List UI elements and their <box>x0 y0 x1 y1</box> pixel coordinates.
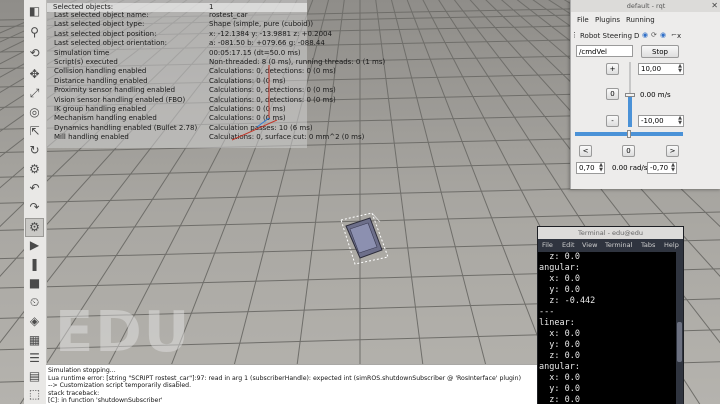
terminal-output[interactable]: z: 0.0 angular: x: 0.0 y: 0.0 z: -0.442 --… <box>538 252 677 404</box>
linear-max-value: 10,00 <box>641 65 662 73</box>
linear-min-value: -10,00 <box>641 117 664 125</box>
linear-decrease-button[interactable]: - <box>606 115 619 127</box>
rqt-title: default - rqt <box>626 2 666 10</box>
plugin-d-button[interactable]: D <box>634 32 639 40</box>
console-line: Lua runtime error: [string "SCRIPT roste… <box>48 374 521 382</box>
zoom-icon[interactable]: ⚲ <box>26 24 43 41</box>
simulation-settings-icon[interactable]: ⚙ <box>25 218 44 237</box>
object-rotate-icon[interactable]: ↻ <box>26 142 43 159</box>
angular-min-spinbox[interactable]: 0,70 ▲ ▼ <box>576 162 605 174</box>
menu-file[interactable]: File <box>577 16 589 24</box>
info-overlay: Selected objects: 1 Last selected object… <box>47 0 385 148</box>
terminal-line: z: 0.0 <box>539 252 580 262</box>
object-shift-icon[interactable]: ⇱ <box>26 123 43 140</box>
help-icon[interactable]: ◉ <box>642 31 648 39</box>
view-icon[interactable]: ◧ <box>26 3 43 20</box>
redo-icon[interactable]: ↷ <box>26 199 43 216</box>
spin-arrows-icon[interactable]: ▲ ▼ <box>678 116 682 126</box>
terminal-line: x: 0.0 <box>539 274 580 284</box>
rotate-icon[interactable]: ⟲ <box>26 45 43 62</box>
terminal-line: angular: <box>539 263 580 273</box>
dynamics-icon[interactable]: ◈ <box>26 313 43 330</box>
selection-icon[interactable]: ⬚ <box>26 386 43 403</box>
menu-running[interactable]: Running <box>626 16 655 24</box>
terminal-line: y: 0.0 <box>539 384 580 394</box>
minimize-icon[interactable]: ⌐ <box>671 31 677 39</box>
angular-zero-button[interactable]: 0 <box>622 145 635 157</box>
terminal-menu-tabs[interactable]: Tabs <box>641 241 655 249</box>
pause-icon[interactable]: ❚ <box>26 256 43 273</box>
console-line: [C]: in function 'shutdownSubscriber' <box>48 397 163 404</box>
terminal-menubar: File Edit View Terminal Tabs Help <box>538 239 683 251</box>
message-console[interactable]: Simulation stopping... Lua runtime error:… <box>46 364 542 404</box>
terminal-line: x: 0.0 <box>539 373 580 383</box>
reload-icon[interactable]: ⟳ <box>651 31 657 39</box>
layers-icon[interactable]: ▤ <box>26 368 43 385</box>
console-line: stack traceback: <box>48 389 100 397</box>
terminal-line: angular: <box>539 362 580 372</box>
stop-icon[interactable]: ■ <box>26 275 43 292</box>
spin-arrows-icon[interactable]: ▲ ▼ <box>678 64 682 74</box>
angular-max-spinbox[interactable]: -0,70 ▲ ▼ <box>647 162 677 174</box>
terminal-menu-help[interactable]: Help <box>664 241 679 249</box>
stop-button[interactable]: Stop <box>641 45 679 58</box>
terminal-title[interactable]: Terminal - edu@edu <box>538 227 683 239</box>
terminal-line: y: 0.0 <box>539 285 580 295</box>
terminal-line: linear: <box>539 318 575 328</box>
topic-input[interactable]: /cmdVel <box>576 45 633 57</box>
terminal-line: z: 0.0 <box>539 395 580 404</box>
assemble-icon[interactable]: ⚙ <box>26 161 43 178</box>
pan-icon[interactable]: ✥ <box>26 66 43 83</box>
terminal-line: y: 0.0 <box>539 340 580 350</box>
angular-right-button[interactable]: > <box>666 145 679 157</box>
plugin-title: Robot Steering <box>580 32 633 40</box>
plugin-title-bar: ⋮ Robot Steering D ◉ ⟳ ◉ ⌐ x <box>571 30 720 43</box>
plugin-close-button[interactable]: x <box>677 32 681 40</box>
terminal-line: z: 0.0 <box>539 351 580 361</box>
fit-icon[interactable]: ⤢ <box>26 85 43 102</box>
terminal-menu-edit[interactable]: Edit <box>562 241 575 249</box>
realtime-icon[interactable]: ⏲ <box>26 294 43 311</box>
scene-hierarchy-icon[interactable]: ☰ <box>26 350 43 367</box>
console-line: --> Customization script temporarily dis… <box>48 382 192 390</box>
left-toolbar: ◧ ⚲ ⟲ ✥ ⤢ ◎ ⇱ ↻ ⚙ ↶ ↷ ⚙ ▶ ❚ ■ ⏲ ◈ ▦ ☰ ▤ ⬚ <box>24 0 47 404</box>
angular-readout: 0.00 rad/s <box>612 164 648 172</box>
angular-min-value: 0,70 <box>579 164 595 172</box>
linear-increase-button[interactable]: + <box>606 63 619 75</box>
camera-icon[interactable]: ◎ <box>26 104 43 121</box>
linear-min-spinbox[interactable]: -10,00 ▲ ▼ <box>638 115 684 127</box>
spin-arrows-icon[interactable]: ▲ ▼ <box>599 163 603 173</box>
rqt-title-bar[interactable]: default - rqt ✕ <box>571 0 720 12</box>
linear-slider-handle[interactable] <box>625 92 635 97</box>
close-icon[interactable]: ✕ <box>711 0 718 12</box>
spin-arrows-icon[interactable]: ▲ ▼ <box>671 163 675 173</box>
linear-readout: 0.00 m/s <box>640 91 671 99</box>
linear-zero-button[interactable]: 0 <box>606 88 619 100</box>
terminal-line: z: -0.442 <box>539 296 596 306</box>
model-browser-icon[interactable]: ▦ <box>26 332 43 349</box>
terminal-line: --- <box>539 307 555 317</box>
menu-plugins[interactable]: Plugins <box>595 16 620 24</box>
linear-slider[interactable] <box>625 62 635 127</box>
play-icon[interactable]: ▶ <box>26 237 43 254</box>
angular-max-value: -0,70 <box>650 164 669 172</box>
linear-max-spinbox[interactable]: 10,00 ▲ ▼ <box>638 63 684 75</box>
terminal-menu-view[interactable]: View <box>582 241 597 249</box>
terminal-window: Terminal - edu@edu File Edit View Terminal T… <box>537 226 684 404</box>
console-line: Simulation stopping... <box>48 367 116 374</box>
angular-slider-handle[interactable] <box>627 130 631 138</box>
terminal-menu-terminal[interactable]: Terminal <box>605 241 632 249</box>
undo-icon[interactable]: ↶ <box>26 180 43 197</box>
terminal-line: x: 0.0 <box>539 329 580 339</box>
settings-icon[interactable]: ◉ <box>660 31 666 39</box>
rqt-menubar: File Plugins Running <box>571 14 720 28</box>
edu-watermark: EDU <box>55 300 192 365</box>
grip-icon[interactable]: ⋮ <box>571 31 578 39</box>
overlay-scene-axes <box>231 65 278 141</box>
terminal-scroll-thumb[interactable] <box>677 322 682 362</box>
terminal-scrollbar[interactable] <box>676 252 683 404</box>
angular-left-button[interactable]: < <box>579 145 592 157</box>
angular-slider[interactable] <box>575 130 683 138</box>
terminal-menu-file[interactable]: File <box>542 241 553 249</box>
